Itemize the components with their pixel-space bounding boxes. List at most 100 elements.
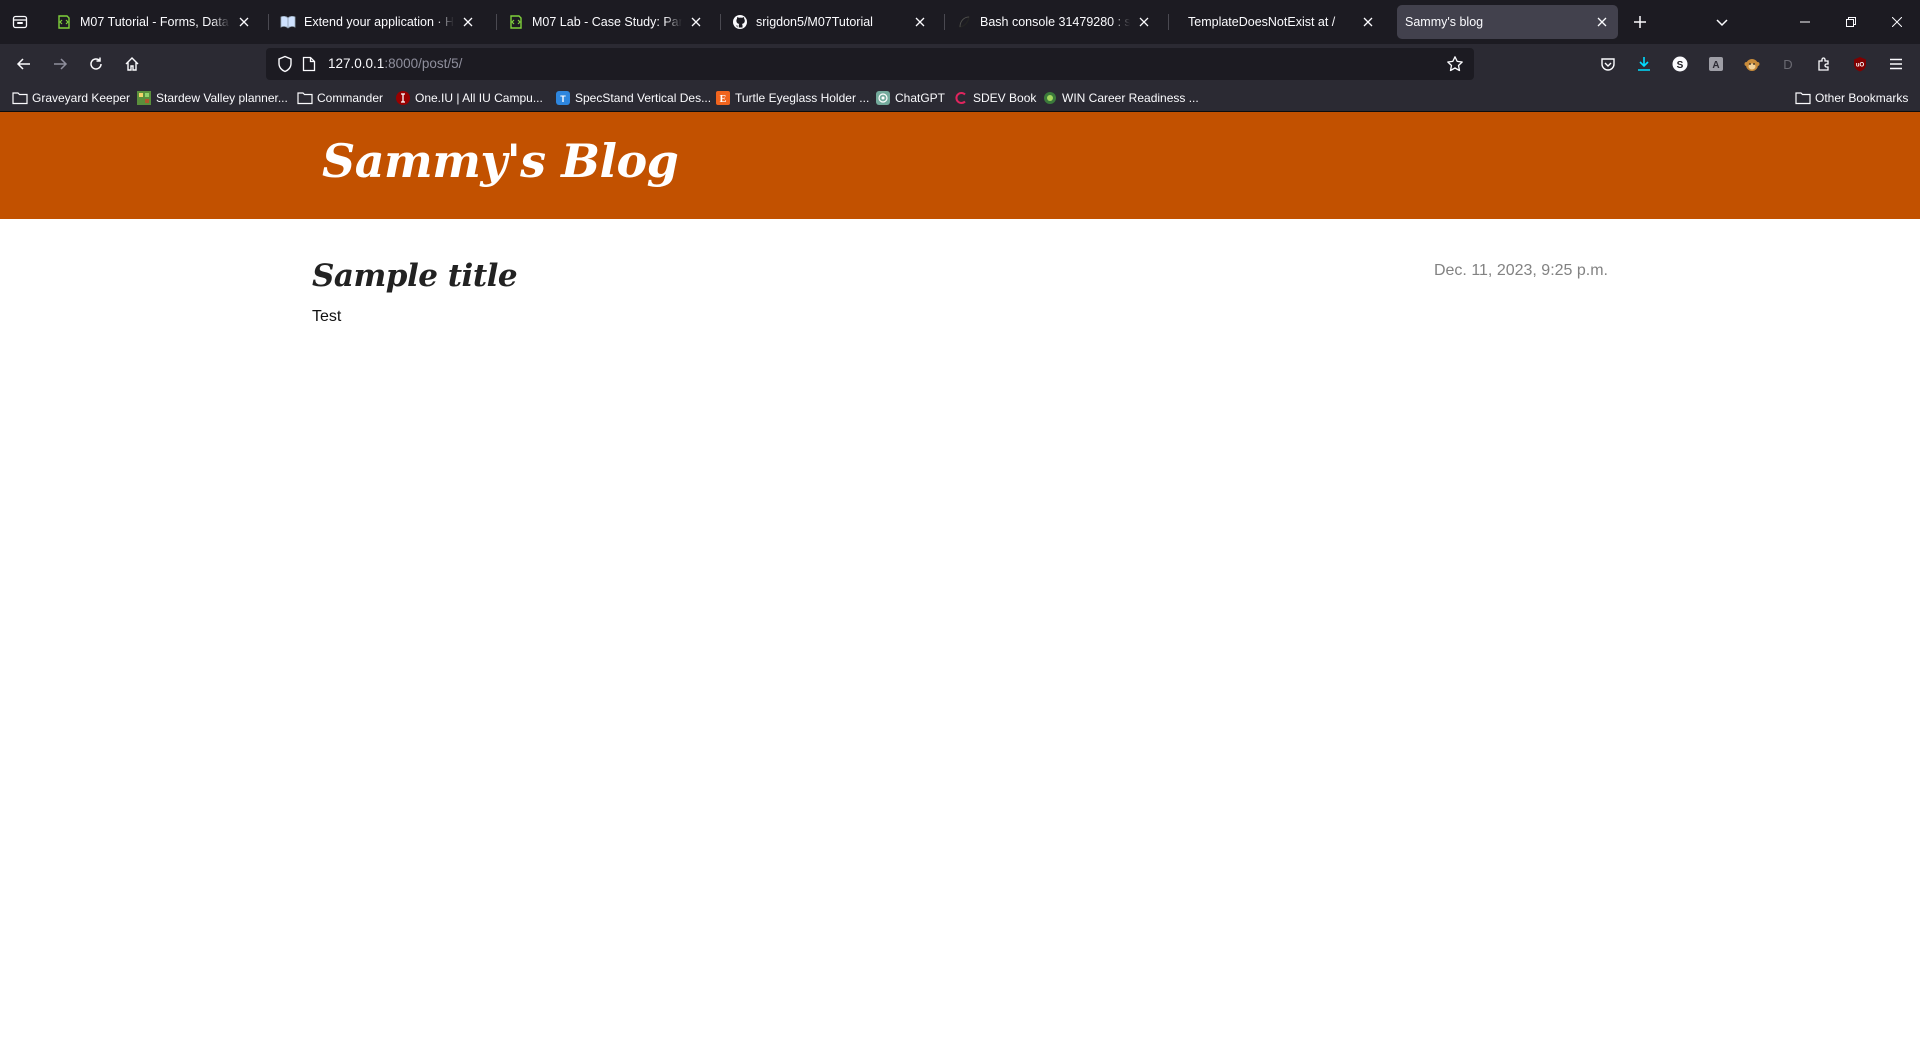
- svg-text:D: D: [1783, 57, 1792, 72]
- bookmark-label: One.IU | All IU Campu...: [415, 91, 543, 105]
- bookmark-sdev-book[interactable]: SDEV Book: [953, 89, 1036, 107]
- extension-s-button[interactable]: S: [1668, 52, 1692, 76]
- navigation-toolbar: 127.0.0.1:8000/post/5/ S A D uO: [0, 44, 1920, 84]
- bookmark-one-iu[interactable]: One.IU | All IU Campu...: [395, 89, 543, 107]
- reload-button[interactable]: [80, 48, 112, 80]
- download-icon: [1638, 57, 1650, 71]
- extension-monkey-button[interactable]: [1740, 52, 1764, 76]
- close-icon[interactable]: [460, 14, 476, 30]
- bookmark-label: SDEV Book: [973, 91, 1037, 105]
- tab-strip: M07 Tutorial - Forms, Data, and Extend y…: [0, 0, 1920, 44]
- close-icon[interactable]: [912, 14, 928, 30]
- close-icon[interactable]: [1136, 14, 1152, 30]
- tracking-protection-icon[interactable]: [276, 55, 294, 78]
- codio-icon: [508, 14, 524, 30]
- firefox-view-button[interactable]: [6, 8, 34, 36]
- downloads-button[interactable]: [1632, 52, 1656, 76]
- close-icon[interactable]: [1360, 14, 1376, 30]
- tab-title: Sammy's blog: [1405, 15, 1484, 29]
- tab-separator: [496, 14, 497, 30]
- close-icon: [1892, 17, 1902, 27]
- stardew-icon: [136, 90, 152, 106]
- folder-icon: [1795, 90, 1811, 106]
- close-icon[interactable]: [1594, 14, 1610, 30]
- tab-extend-application[interactable]: Extend your application · HonKit: [272, 5, 484, 39]
- book-icon: [280, 14, 296, 30]
- forward-button[interactable]: [44, 48, 76, 80]
- ublock-button[interactable]: uO: [1848, 52, 1872, 76]
- tab-separator: [1168, 14, 1169, 30]
- tab-bash-console[interactable]: Bash console 31479280 : srigdon: [948, 5, 1160, 39]
- extension-translate-button[interactable]: A: [1704, 52, 1728, 76]
- folder-icon: [297, 90, 313, 106]
- bookmark-stardew-planner[interactable]: Stardew Valley planner...: [136, 89, 288, 107]
- close-icon[interactable]: [688, 14, 704, 30]
- tab-title: M07 Lab - Case Study: Panda and: [532, 15, 682, 29]
- url-text: 127.0.0.1:8000/post/5/: [328, 56, 462, 71]
- folder-icon: [12, 90, 28, 106]
- pythonanywhere-icon: [956, 14, 972, 30]
- chevron-down-icon: [1716, 19, 1728, 27]
- address-bar[interactable]: 127.0.0.1:8000/post/5/: [266, 48, 1474, 80]
- new-tab-button[interactable]: [1626, 8, 1654, 36]
- post-date: Dec. 11, 2023, 9:25 p.m.: [1433, 262, 1608, 279]
- tab-title: Bash console 31479280 : srigdon: [980, 15, 1130, 29]
- tab-title: M07 Tutorial - Forms, Data, and: [80, 15, 230, 29]
- restore-button[interactable]: [1828, 0, 1874, 44]
- site-brand-link[interactable]: Sammy's Blog: [322, 134, 679, 188]
- bookmark-label: ChatGPT: [895, 91, 946, 105]
- extensions-button[interactable]: [1812, 52, 1836, 76]
- other-bookmarks[interactable]: Other Bookmarks: [1795, 89, 1908, 107]
- close-icon[interactable]: [236, 14, 252, 30]
- post-title: Sample title: [312, 258, 518, 294]
- bookmark-commander[interactable]: Commander: [297, 89, 383, 107]
- reload-icon: [90, 57, 102, 70]
- back-arrow-icon: [16, 58, 30, 70]
- home-button[interactable]: [116, 48, 148, 80]
- etsy-icon: E: [715, 90, 731, 106]
- win-icon: [1042, 90, 1058, 106]
- url-host: 127.0.0.1: [328, 56, 385, 71]
- bookmark-turtle-eyeglass[interactable]: E Turtle Eyeglass Holder ...: [715, 89, 869, 107]
- codio-icon: [56, 14, 72, 30]
- site-header: Sammy's Blog: [0, 112, 1920, 219]
- tab-m07-tutorial[interactable]: M07 Tutorial - Forms, Data, and: [48, 5, 260, 39]
- bookmark-win-career[interactable]: WIN Career Readiness ...: [1042, 89, 1199, 107]
- bookmark-chatgpt[interactable]: ChatGPT: [875, 89, 945, 107]
- plus-icon: [1634, 16, 1646, 28]
- app-menu-button[interactable]: [1884, 52, 1908, 76]
- list-all-tabs-button[interactable]: [1708, 8, 1736, 36]
- extension-d-button[interactable]: D: [1776, 52, 1800, 76]
- firefox-view-icon: [12, 15, 28, 29]
- pocket-icon: [1601, 58, 1615, 71]
- hamburger-menu-icon: [1890, 58, 1902, 70]
- tab-template-does-not-exist[interactable]: TemplateDoesNotExist at /: [1172, 5, 1384, 39]
- tab-m07-lab[interactable]: M07 Lab - Case Study: Panda and: [500, 5, 712, 39]
- tab-separator: [268, 14, 269, 30]
- puzzle-icon: [1818, 57, 1829, 71]
- tab-github-repo[interactable]: srigdon5/M07Tutorial: [724, 5, 936, 39]
- svg-text:S: S: [1677, 60, 1684, 71]
- bookmark-specstand[interactable]: T SpecStand Vertical Des...: [555, 89, 711, 107]
- bookmark-label: Turtle Eyeglass Holder ...: [735, 91, 870, 105]
- page-info-icon[interactable]: [302, 56, 316, 77]
- bookmark-graveyard-keeper[interactable]: Graveyard Keeper: [12, 89, 130, 107]
- page-content: Sammy's Blog Dec. 11, 2023, 9:25 p.m. Sa…: [0, 112, 1920, 1040]
- specstand-icon: T: [555, 90, 571, 106]
- bookmark-label: Stardew Valley planner...: [156, 91, 288, 105]
- bookmarks-toolbar: Graveyard Keeper Stardew Valley planner.…: [0, 84, 1920, 112]
- back-button[interactable]: [8, 48, 40, 80]
- pocket-button[interactable]: [1596, 52, 1620, 76]
- tab-title: Extend your application · HonKit: [304, 15, 454, 29]
- bookmark-star-icon[interactable]: [1446, 55, 1464, 78]
- tab-title: TemplateDoesNotExist at /: [1188, 15, 1336, 29]
- bookmark-label: Graveyard Keeper: [32, 91, 131, 105]
- tab-sammys-blog[interactable]: Sammy's blog: [1397, 5, 1618, 39]
- minimize-button[interactable]: [1782, 0, 1828, 44]
- home-icon: [125, 57, 139, 71]
- close-window-button[interactable]: [1874, 0, 1920, 44]
- github-icon: [732, 14, 748, 30]
- bookmark-label: WIN Career Readiness ...: [1062, 91, 1199, 105]
- tab-separator: [944, 14, 945, 30]
- monkey-icon: [1744, 59, 1760, 71]
